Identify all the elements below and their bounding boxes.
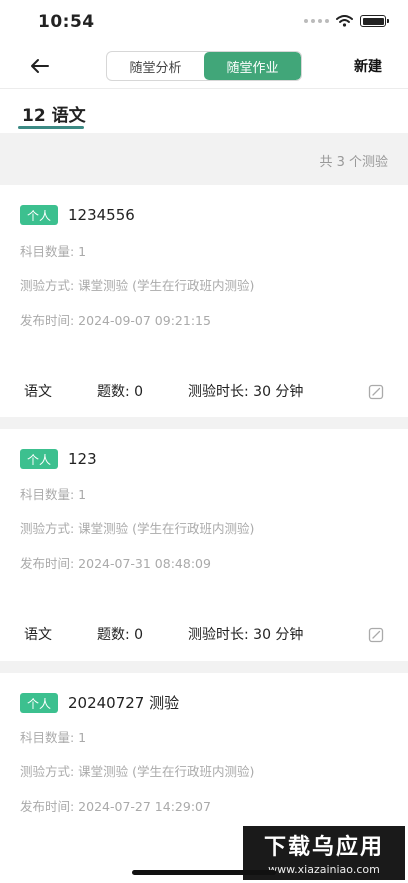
footer-subject: 语文 <box>24 627 52 643</box>
tab-underline <box>18 126 84 129</box>
footer-subject: 语文 <box>24 384 52 400</box>
status-time: 10:54 <box>38 12 95 32</box>
test-method: 测验方式: 课堂测验 (学生在行政班内测验) <box>20 278 255 293</box>
publish-time: 发布时间: 2024-07-31 08:48:09 <box>20 556 211 571</box>
status-icons <box>304 15 389 27</box>
personal-tag: 个人 <box>20 449 58 469</box>
card-footer: 语文 题数: 0 测验时长: 30 分钟 <box>0 618 408 648</box>
quiz-card[interactable]: 个人 1234556 科目数量: 1 测验方式: 课堂测验 (学生在行政班内测验… <box>0 185 408 417</box>
question-count: 题数: 0 <box>97 384 144 400</box>
subject-count: 科目数量: 1 <box>20 244 87 259</box>
edit-icon[interactable] <box>368 384 384 400</box>
nav-bar: 随堂分析 随堂作业 新建 <box>0 44 408 88</box>
test-method: 测验方式: 课堂测验 (学生在行政班内测验) <box>20 521 255 536</box>
publish-time: 发布时间: 2024-09-07 09:21:15 <box>20 313 211 328</box>
watermark-title: 下载乌应用 <box>263 835 384 860</box>
wifi-icon <box>336 15 353 27</box>
home-indicator <box>132 870 276 875</box>
question-count: 题数: 0 <box>97 627 144 643</box>
subject-count: 科目数量: 1 <box>20 487 87 502</box>
signal-dots-icon <box>304 19 329 23</box>
card-divider <box>0 417 408 429</box>
status-bar: 10:54 <box>0 0 408 44</box>
test-method: 测验方式: 课堂测验 (学生在行政班内测验) <box>20 764 255 779</box>
tab-analysis[interactable]: 随堂分析 <box>107 52 204 80</box>
subject-tab-chinese[interactable]: 12 语文 <box>22 101 86 126</box>
segmented-control: 随堂分析 随堂作业 <box>106 51 302 81</box>
quiz-title: 20240727 测验 <box>68 694 180 712</box>
personal-tag: 个人 <box>20 693 58 713</box>
subject-tab-bar: 12 语文 <box>0 88 408 132</box>
battery-icon <box>360 15 389 27</box>
quiz-card[interactable]: 个人 123 科目数量: 1 测验方式: 课堂测验 (学生在行政班内测验) 发布… <box>0 429 408 661</box>
quiz-title: 123 <box>68 450 97 468</box>
new-button[interactable]: 新建 <box>354 56 382 76</box>
subject-count: 科目数量: 1 <box>20 730 87 745</box>
quiz-count-text: 共 3 个测验 <box>319 155 388 170</box>
personal-tag: 个人 <box>20 205 58 225</box>
card-divider <box>0 661 408 673</box>
card-footer: 语文 题数: 0 测验时长: 30 分钟 <box>0 375 408 405</box>
quiz-title: 1234556 <box>68 206 135 224</box>
publish-time: 发布时间: 2024-07-27 14:29:07 <box>20 799 211 814</box>
summary-bar: 共 3 个测验 <box>0 133 408 185</box>
test-duration: 测验时长: 30 分钟 <box>188 627 304 643</box>
tab-homework[interactable]: 随堂作业 <box>204 52 301 80</box>
edit-icon[interactable] <box>368 627 384 643</box>
test-duration: 测验时长: 30 分钟 <box>188 384 304 400</box>
back-arrow-icon[interactable] <box>26 52 54 80</box>
